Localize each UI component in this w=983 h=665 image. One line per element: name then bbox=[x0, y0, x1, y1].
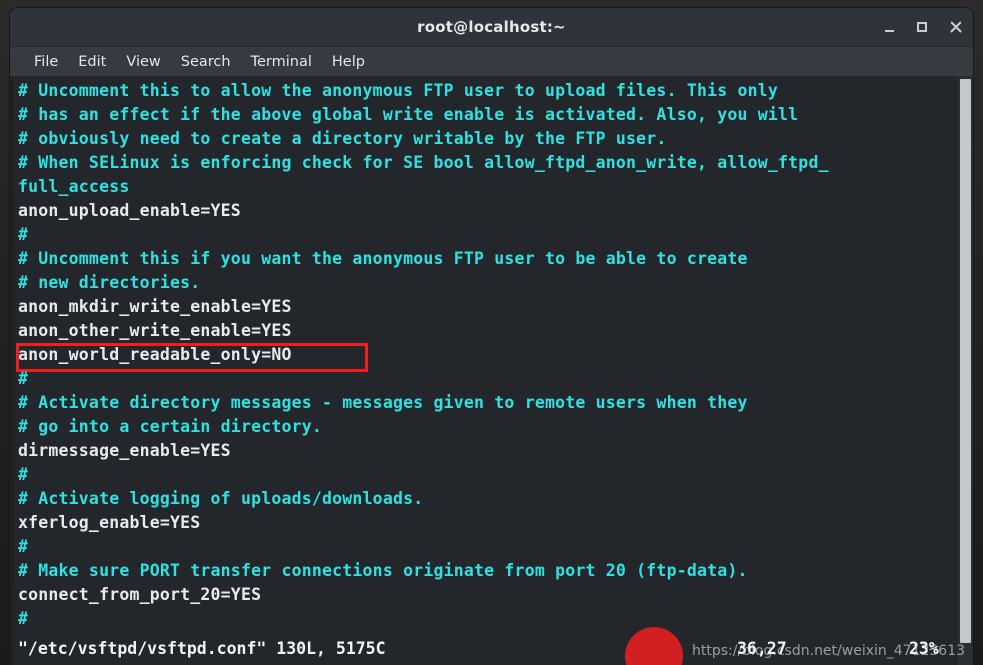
menu-bar: File Edit View Search Terminal Help bbox=[10, 47, 973, 77]
terminal-window: root@localhost:~ File Edit View Search T… bbox=[10, 8, 973, 665]
terminal-line: # bbox=[18, 537, 29, 556]
menu-item-edit[interactable]: Edit bbox=[68, 52, 116, 72]
terminal-line: # bbox=[18, 225, 29, 244]
terminal-scrollbar[interactable] bbox=[958, 77, 973, 665]
menu-item-search[interactable]: Search bbox=[171, 52, 241, 72]
desktop-backdrop: root@localhost:~ File Edit View Search T… bbox=[0, 0, 983, 665]
terminal-line: # bbox=[18, 465, 29, 484]
terminal-line: full_access bbox=[18, 177, 130, 196]
maximize-icon bbox=[917, 22, 927, 32]
menu-item-help[interactable]: Help bbox=[322, 52, 375, 72]
close-button[interactable] bbox=[947, 19, 963, 35]
terminal-line: # bbox=[18, 609, 29, 628]
terminal-line: # Uncomment this if you want the anonymo… bbox=[18, 249, 748, 268]
maximize-button[interactable] bbox=[914, 19, 930, 35]
scrollbar-thumb[interactable] bbox=[960, 79, 971, 644]
menu-item-terminal[interactable]: Terminal bbox=[241, 52, 322, 72]
terminal-line: # Uncomment this to allow the anonymous … bbox=[18, 81, 779, 100]
terminal-line: anon_other_write_enable=YES bbox=[18, 321, 292, 340]
window-controls bbox=[881, 8, 963, 46]
terminal-line: # Activate logging of uploads/downloads. bbox=[18, 489, 424, 508]
terminal-line: connect_from_port_20=YES bbox=[18, 585, 262, 604]
terminal-line: anon_mkdir_write_enable=YES bbox=[18, 297, 292, 316]
terminal-line: # When SELinux is enforcing check for SE… bbox=[18, 153, 829, 172]
terminal-line: xferlog_enable=YES bbox=[18, 513, 201, 532]
terminal-line: anon_upload_enable=YES bbox=[18, 201, 241, 220]
terminal-line: # obviously need to create a directory w… bbox=[18, 129, 667, 148]
terminal-line: # has an effect if the above global writ… bbox=[18, 105, 799, 124]
minimize-button[interactable] bbox=[881, 19, 897, 35]
terminal-line: dirmessage_enable=YES bbox=[18, 441, 231, 460]
terminal-line: # bbox=[18, 369, 29, 388]
vim-scroll-percent: 23% bbox=[909, 639, 939, 658]
close-icon bbox=[949, 21, 962, 34]
terminal-line: # Activate directory messages - messages… bbox=[18, 393, 748, 412]
vim-cursor-position: 36,27 bbox=[737, 639, 787, 658]
minimize-icon bbox=[884, 29, 894, 32]
window-title: root@localhost:~ bbox=[417, 18, 566, 36]
terminal-line: # new directories. bbox=[18, 273, 201, 292]
window-titlebar: root@localhost:~ bbox=[10, 8, 973, 47]
vim-status-line: "/etc/vsftpd/vsftpd.conf" 130L, 5175C bbox=[18, 639, 386, 658]
terminal-text-viewport[interactable]: # Uncomment this to allow the anonymous … bbox=[14, 77, 958, 665]
terminal-line: # Make sure PORT transfer connections or… bbox=[18, 561, 748, 580]
terminal-area[interactable]: # Uncomment this to allow the anonymous … bbox=[10, 77, 973, 665]
terminal-line: # go into a certain directory. bbox=[18, 417, 323, 436]
menu-item-file[interactable]: File bbox=[24, 52, 68, 72]
terminal-line: anon_world_readable_only=NO bbox=[18, 345, 292, 364]
menu-item-view[interactable]: View bbox=[116, 52, 170, 72]
